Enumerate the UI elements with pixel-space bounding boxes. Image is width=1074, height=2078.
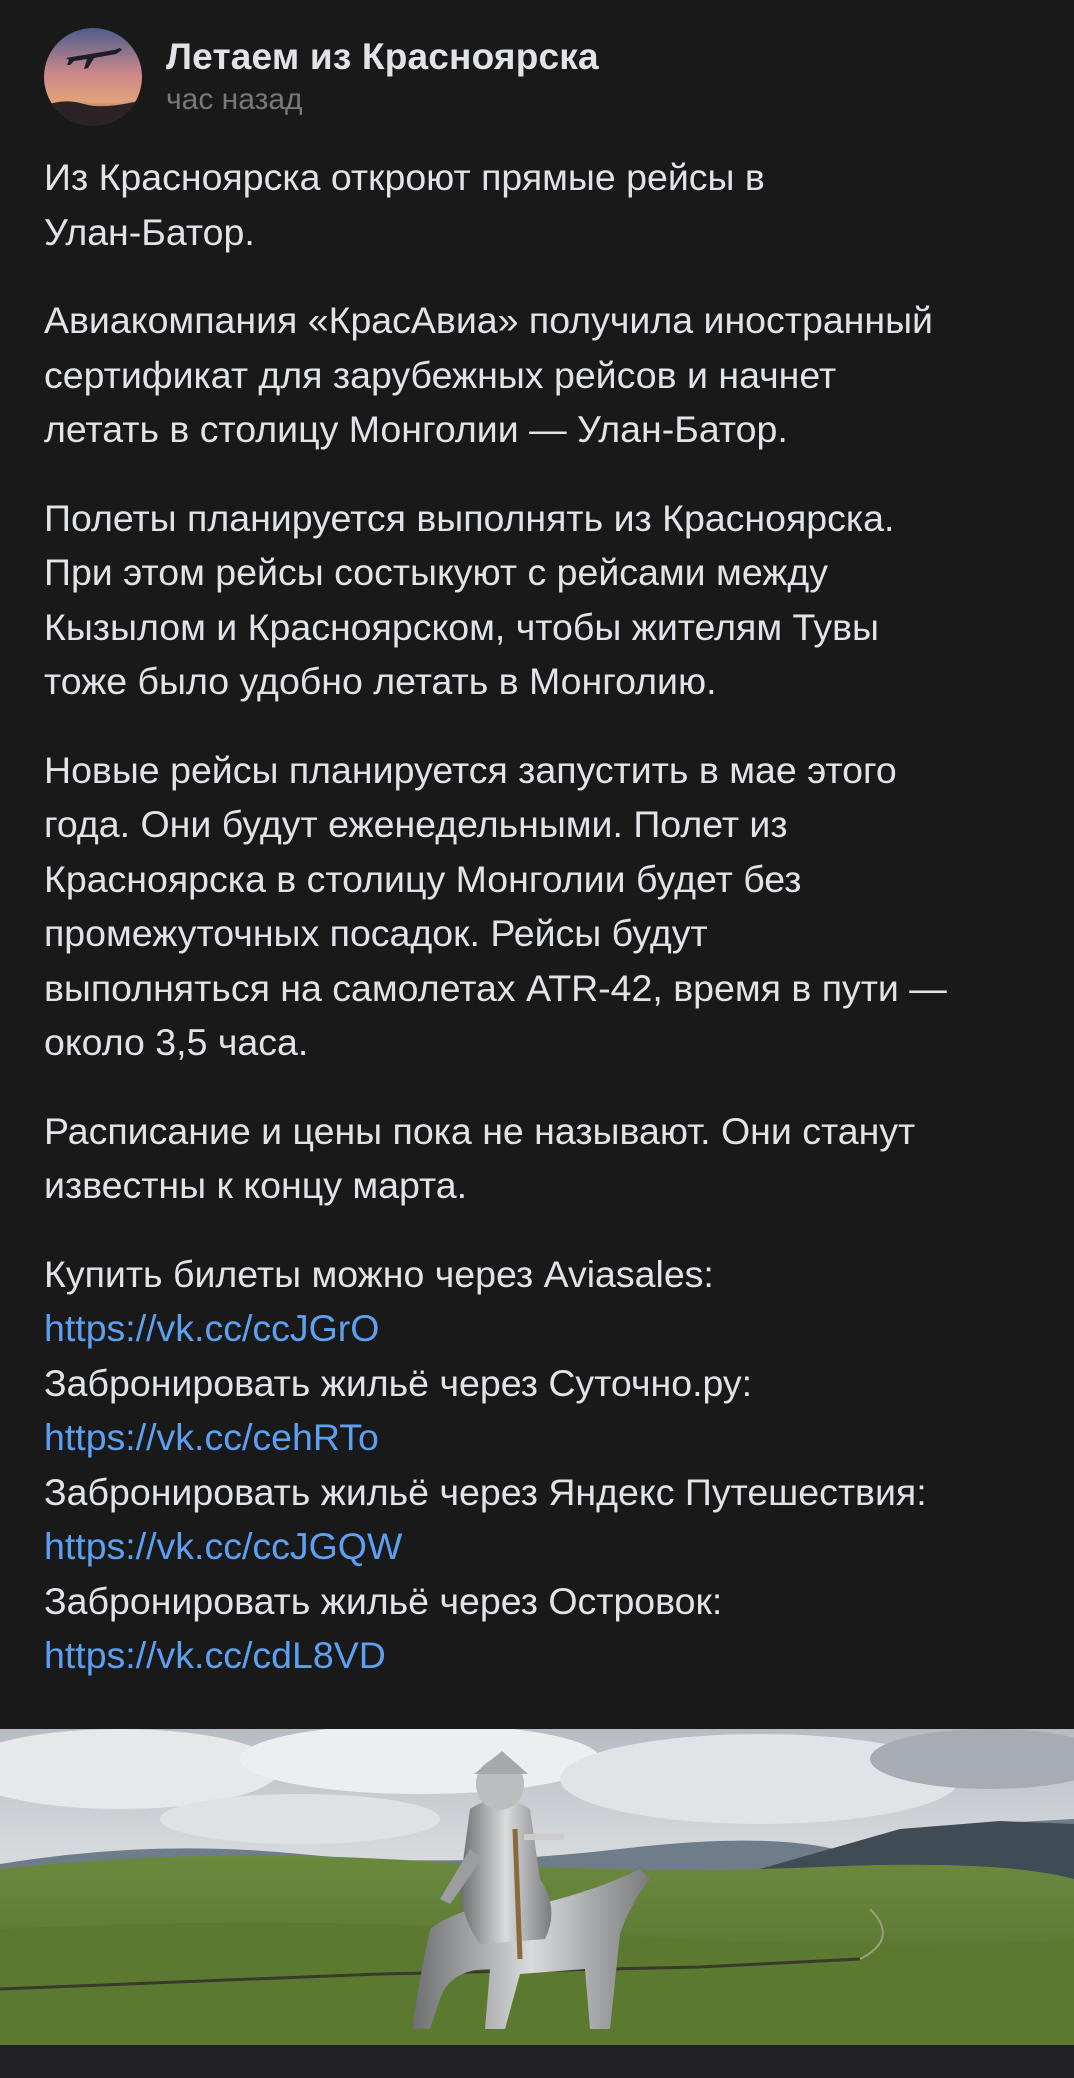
post-card: Летаем из Красноярска час назад Из Красн… — [0, 0, 1074, 2078]
post-paragraph: Авиакомпания «КрасАвиа» получила иностра… — [44, 299, 933, 450]
link-ostrovok[interactable]: https://vk.cc/cdL8VD — [44, 1628, 1044, 1683]
group-name[interactable]: Летаем из Красноярска — [166, 35, 599, 79]
link-label-sutochno: Забронировать жильё через Суточно.ру: — [44, 1361, 753, 1404]
link-label-aviasales: Купить билеты можно через Aviasales: — [44, 1252, 714, 1295]
link-yandex-travel[interactable]: https://vk.cc/ccJGQW — [44, 1519, 1044, 1574]
post-paragraph: Новые рейсы планируется запустить в мае … — [44, 748, 947, 1064]
link-label-ostrovok: Забронировать жильё через Островок: — [44, 1579, 723, 1622]
post-time[interactable]: час назад — [166, 81, 599, 119]
link-sutochno[interactable]: https://vk.cc/cehRTo — [44, 1410, 1044, 1465]
post-text: Из Красноярска откроют прямые рейсы в Ул… — [44, 150, 1044, 1683]
post-bottom-bar — [0, 2045, 1074, 2078]
group-avatar[interactable] — [44, 28, 142, 126]
link-label-yandex-travel: Забронировать жильё через Яндекс Путешес… — [44, 1470, 927, 1513]
links-block: Купить билеты можно через Aviasales: htt… — [44, 1247, 1044, 1683]
mongolia-statue-photo — [0, 1729, 1074, 2045]
post-header: Летаем из Красноярска час назад — [44, 28, 599, 126]
header-text: Летаем из Красноярска час назад — [166, 35, 599, 119]
post-paragraph: Расписание и цены пока не называют. Они … — [44, 1109, 916, 1207]
post-paragraph: Полеты планируется выполнять из Краснояр… — [44, 496, 895, 703]
post-paragraph: Из Красноярска откроют прямые рейсы в Ул… — [44, 156, 765, 253]
post-photo[interactable] — [0, 1729, 1074, 2045]
airplane-icon — [44, 28, 142, 126]
link-aviasales[interactable]: https://vk.cc/ccJGrO — [44, 1301, 1044, 1356]
